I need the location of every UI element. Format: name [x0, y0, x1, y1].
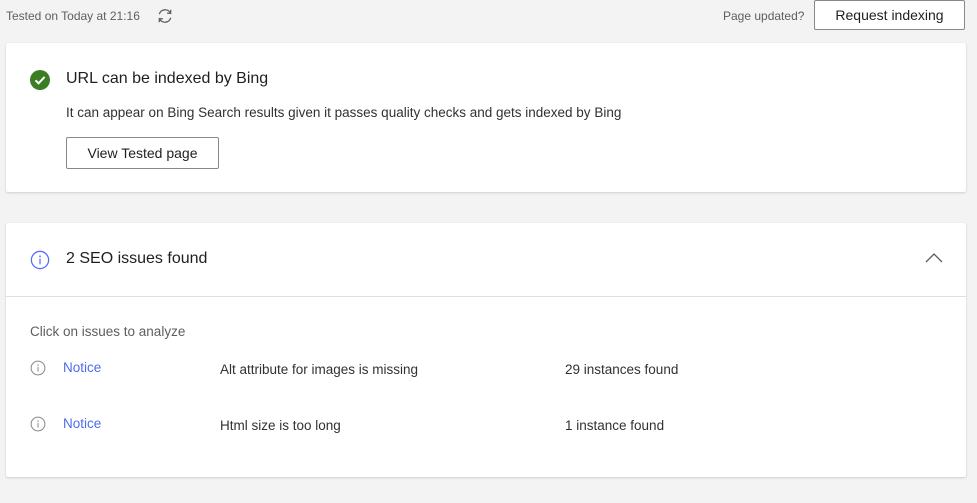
status-description: It can appear on Bing Search results giv… [66, 105, 622, 120]
issue-name: Html size is too long [220, 418, 341, 433]
seo-issues-title: 2 SEO issues found [66, 250, 208, 267]
index-status-card: URL can be indexed by Bing It can appear… [6, 43, 966, 192]
check-circle-icon [30, 70, 50, 90]
status-title: URL can be indexed by Bing [66, 70, 269, 87]
info-icon [30, 250, 50, 270]
issue-row[interactable]: Notice Alt attribute for images is missi… [6, 354, 966, 384]
info-icon [30, 416, 46, 432]
issue-severity-link[interactable]: Notice [63, 360, 101, 375]
view-tested-page-button[interactable]: View Tested page [66, 137, 219, 169]
issue-row[interactable]: Notice Html size is too long 1 instance … [6, 410, 966, 440]
info-icon [30, 360, 46, 376]
request-indexing-button[interactable]: Request indexing [814, 0, 965, 30]
issue-count: 1 instance found [565, 418, 665, 433]
page-updated-label: Page updated? [723, 9, 805, 23]
issues-hint: Click on issues to analyze [30, 324, 186, 339]
issue-count: 29 instances found [565, 362, 679, 377]
issue-severity-link[interactable]: Notice [63, 416, 101, 431]
top-bar: Tested on Today at 21:16 Page updated? R… [0, 0, 977, 34]
seo-issues-header[interactable]: 2 SEO issues found [6, 223, 966, 297]
tested-timestamp: Tested on Today at 21:16 [6, 9, 140, 23]
refresh-icon[interactable] [155, 6, 175, 26]
issue-name: Alt attribute for images is missing [220, 362, 419, 377]
chevron-up-icon[interactable] [924, 250, 944, 266]
seo-issues-card: 2 SEO issues found Click on issues to an… [6, 223, 966, 477]
